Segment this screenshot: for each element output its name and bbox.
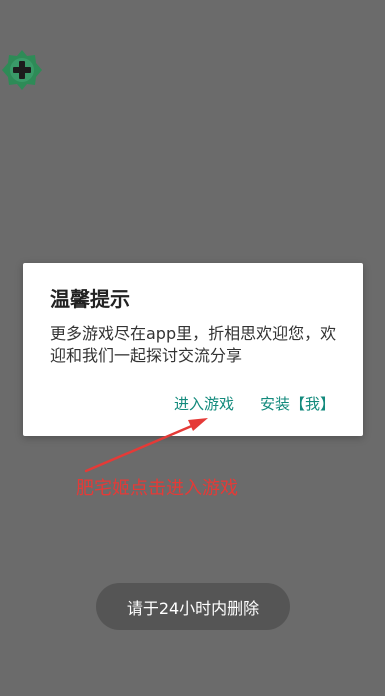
enter-game-button[interactable]: 进入游戏 [174, 393, 234, 415]
dialog-message: 更多游戏尽在app里，折相思欢迎您，欢迎和我们一起探讨交流分享 [50, 324, 337, 365]
floating-menu-button[interactable] [0, 48, 44, 92]
toast-message: 请于24小时内删除 [96, 583, 290, 630]
plus-gear-icon [2, 50, 42, 90]
dialog-actions: 进入游戏 安装【我】 [174, 393, 335, 415]
install-button[interactable]: 安装【我】 [260, 393, 335, 415]
annotation-label: 肥宅姬点击进入游戏 [76, 478, 238, 499]
dialog-title: 温馨提示 [50, 287, 130, 311]
prompt-dialog: 温馨提示 更多游戏尽在app里，折相思欢迎您，欢迎和我们一起探讨交流分享 进入游… [23, 263, 363, 436]
